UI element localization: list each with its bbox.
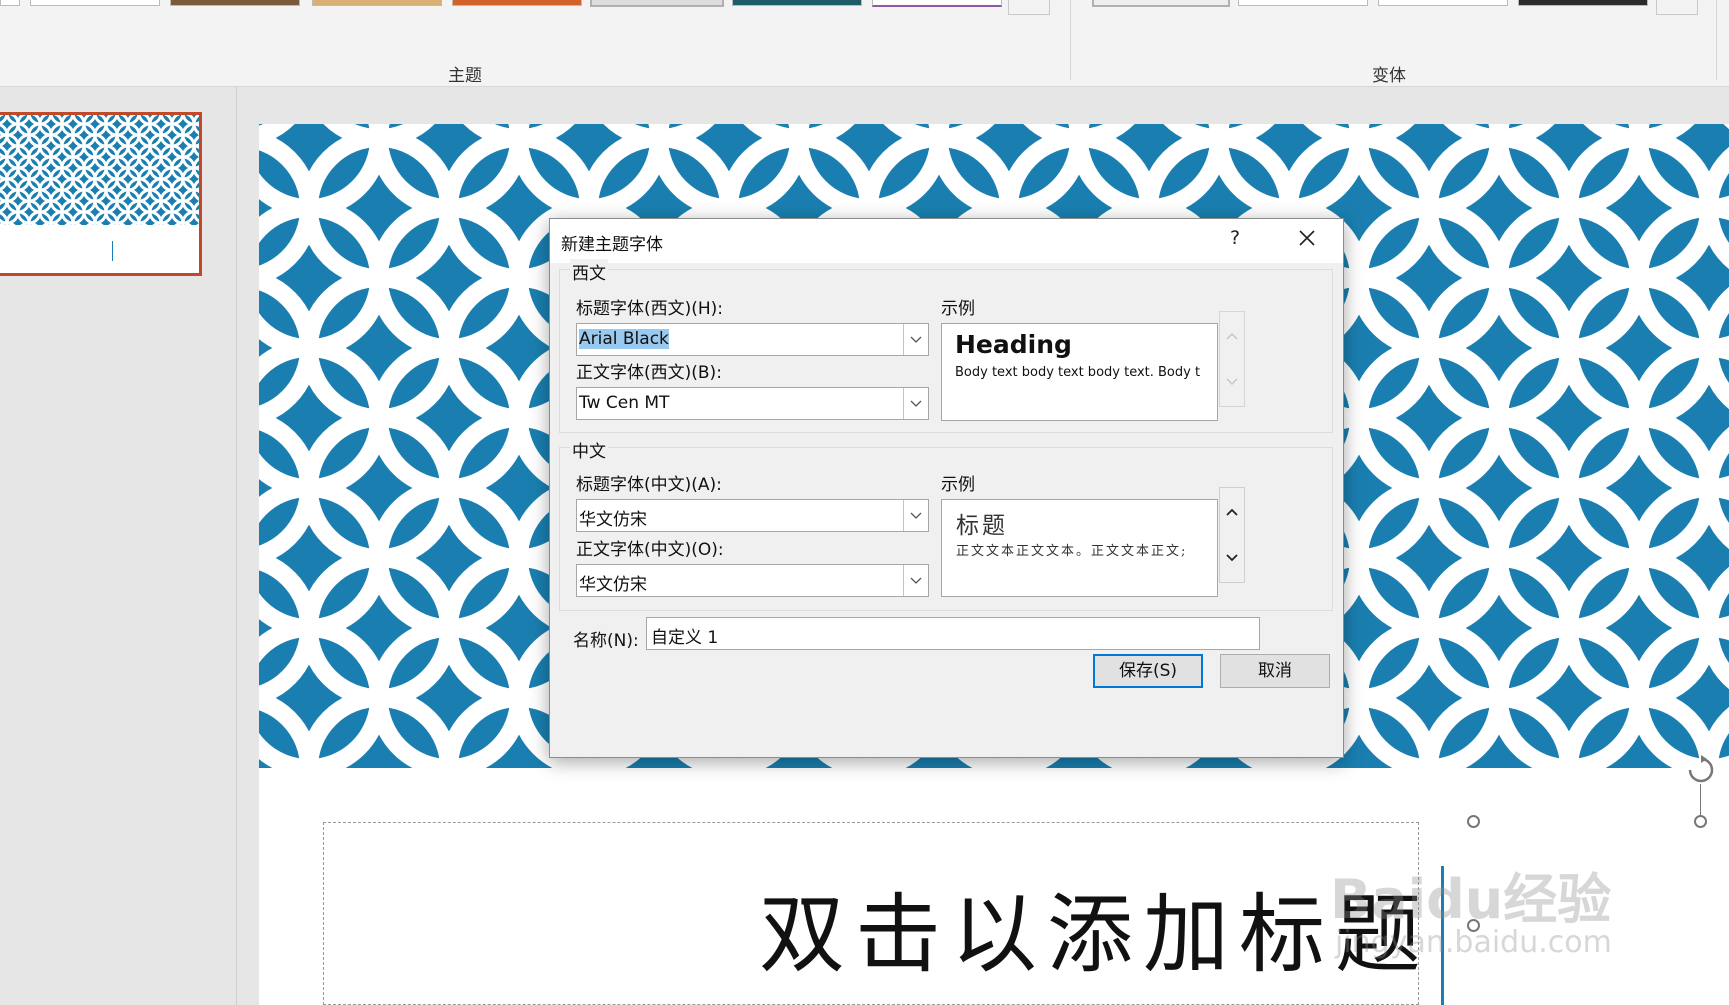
chinese-group-label: 中文 (570, 437, 608, 462)
watermark-url: jingyan.baidu.com (1335, 925, 1612, 960)
western-body-font-select[interactable]: Tw Cen MT (576, 387, 929, 420)
resize-handle[interactable] (1694, 815, 1707, 828)
theme-thumbnail[interactable] (872, 0, 1002, 7)
scroll-up-button[interactable] (1220, 312, 1244, 360)
sample-body: 正文文本正文文本。正文文本正文; (956, 544, 1188, 559)
close-icon[interactable] (1292, 223, 1322, 253)
variant-thumbnail[interactable] (1378, 0, 1508, 6)
sample-heading: 标题 (956, 513, 1008, 539)
dropdown-button[interactable] (903, 324, 928, 355)
western-sample-preview: Heading Body text body text body text. B… (941, 323, 1218, 421)
ribbon: 主题 变体 (0, 0, 1729, 87)
chevron-up-icon (1226, 508, 1238, 516)
ribbon-separator (1716, 0, 1717, 80)
chevron-down-icon (1226, 554, 1238, 562)
variants-group-label: 变体 (1372, 66, 1406, 86)
western-group-label: 西文 (570, 259, 608, 284)
chevron-up-icon (1226, 333, 1238, 340)
theme-thumbnail[interactable] (30, 0, 160, 6)
watermark-logo: Baidu经验 (1330, 868, 1612, 931)
chevron-down-icon (910, 512, 922, 519)
thumbnail-pattern (0, 115, 199, 225)
sample-heading: Heading (955, 330, 1072, 359)
western-body-font-value: Tw Cen MT (579, 393, 670, 413)
name-label: 名称(N): (573, 631, 639, 651)
theme-thumbnail[interactable] (312, 0, 442, 6)
scroll-up-button[interactable] (1220, 488, 1244, 536)
dropdown-button[interactable] (903, 565, 928, 596)
ribbon-separator (1070, 0, 1071, 80)
chinese-sample-scrollbar[interactable] (1219, 487, 1245, 583)
dialog-title: 新建主题字体 (561, 235, 663, 255)
scroll-down-button[interactable] (1220, 534, 1244, 582)
theme-gallery-scroll[interactable] (1008, 0, 1050, 15)
western-sample-label: 示例 (941, 299, 975, 319)
chinese-heading-font-label: 标题字体(中文)(A): (576, 475, 722, 495)
name-value: 自定义 1 (651, 628, 719, 648)
help-button[interactable]: ? (1230, 227, 1240, 249)
chinese-sample-preview: 标题 正文文本正文文本。正文文本正文; (941, 499, 1218, 597)
chinese-heading-font-value: 华文仿宋 (579, 510, 647, 530)
cancel-button[interactable]: 取消 (1220, 654, 1330, 688)
western-body-font-label: 正文字体(西文)(B): (576, 363, 722, 383)
dialog-titlebar: 新建主题字体 ? (550, 219, 1343, 263)
western-heading-font-value: Arial Black (579, 329, 669, 349)
chinese-heading-font-select[interactable]: 华文仿宋 (576, 499, 929, 532)
variant-gallery-scroll[interactable] (1656, 0, 1698, 15)
name-input[interactable]: 自定义 1 (646, 617, 1260, 650)
variant-thumbnail[interactable] (1092, 0, 1230, 7)
theme-thumbnail[interactable] (732, 0, 862, 6)
rotate-handle-stem (1700, 784, 1701, 816)
chevron-down-icon (910, 400, 922, 407)
chevron-down-icon (910, 336, 922, 343)
dropdown-button[interactable] (903, 500, 928, 531)
themes-group-label: 主题 (448, 66, 482, 86)
western-heading-font-label: 标题字体(西文)(H): (576, 299, 724, 319)
western-sample-scrollbar[interactable] (1219, 311, 1245, 407)
scroll-down-button[interactable] (1220, 358, 1244, 406)
western-heading-font-select[interactable]: Arial Black (576, 323, 929, 356)
theme-thumbnail[interactable] (452, 0, 582, 6)
chinese-body-font-select[interactable]: 华文仿宋 (576, 564, 929, 597)
chevron-down-icon (910, 577, 922, 584)
slide-thumbnail-1[interactable] (0, 112, 202, 276)
sample-body: Body text body text body text. Body t (955, 365, 1201, 380)
variant-thumbnail[interactable] (1238, 0, 1368, 6)
chinese-body-font-value: 华文仿宋 (579, 575, 647, 595)
chevron-down-icon (1226, 378, 1238, 385)
new-theme-fonts-dialog: 新建主题字体 ? 西文 标题字体(西文)(H): Arial Black 正文字… (549, 218, 1344, 758)
variant-thumbnail[interactable] (1518, 0, 1648, 6)
save-button[interactable]: 保存(S) (1093, 654, 1203, 688)
rotate-handle-icon[interactable] (1685, 754, 1717, 786)
chinese-sample-label: 示例 (941, 475, 975, 495)
thumbnail-text-cursor (112, 241, 113, 261)
theme-thumbnail[interactable] (590, 0, 724, 7)
dropdown-button[interactable] (903, 388, 928, 419)
resize-handle[interactable] (1467, 815, 1480, 828)
theme-thumbnail[interactable] (0, 0, 20, 6)
theme-thumbnail[interactable] (170, 0, 300, 6)
chinese-body-font-label: 正文字体(中文)(O): (576, 540, 724, 560)
